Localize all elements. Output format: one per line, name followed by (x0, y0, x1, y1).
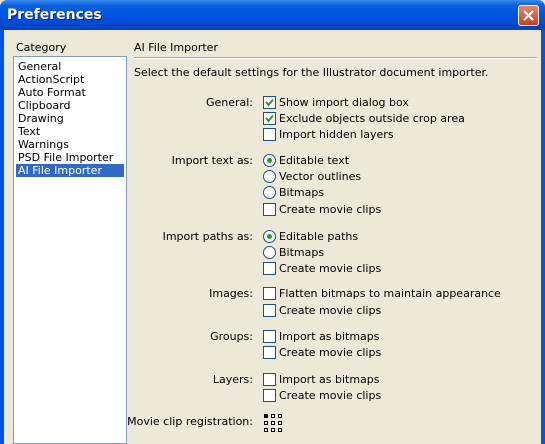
registration-cell-top-left[interactable] (264, 414, 268, 418)
general-label: General: (205, 96, 253, 109)
category-item-text[interactable]: Text (16, 125, 124, 138)
groups-label: Groups: (210, 330, 253, 343)
registration-cell-bottom-left[interactable] (264, 428, 268, 432)
registration-cell-middle-left[interactable] (264, 421, 268, 425)
category-item-auto-format[interactable]: Auto Format (16, 86, 124, 99)
layers-label: Layers: (212, 373, 253, 386)
window-frame-right (541, 30, 545, 444)
layers-movie-clips-label: Create movie clips (279, 389, 382, 402)
checkbox-box (263, 373, 276, 386)
check-icon (265, 98, 274, 107)
registration-cell-bottom-right[interactable] (278, 428, 282, 432)
checkbox-box (263, 203, 276, 216)
radio-circle (263, 230, 276, 243)
registration-cell-top-center[interactable] (271, 414, 275, 418)
close-button[interactable] (518, 5, 539, 26)
category-list[interactable]: General ActionScript Auto Format Clipboa… (13, 56, 127, 444)
images-label: Images: (209, 287, 253, 300)
checkbox-box (263, 389, 276, 402)
category-item-ai-file-importer[interactable]: AI File Importer (16, 164, 124, 177)
section-divider (134, 57, 537, 59)
radio-circle (263, 170, 276, 183)
images-movie-clips-label: Create movie clips (279, 304, 382, 317)
checkbox-box (263, 262, 276, 275)
panel-description: Select the default settings for the Illu… (134, 66, 489, 79)
checkbox-box (263, 287, 276, 300)
title-bar: Preferences (0, 0, 545, 30)
radio-dot (267, 158, 272, 163)
registration-cell-center[interactable] (271, 421, 275, 425)
layers-import-bitmaps-label: Import as bitmaps (279, 373, 380, 386)
paths-editable-label: Editable paths (279, 230, 359, 243)
window-frame-left (0, 30, 4, 444)
checkbox-box (263, 96, 276, 109)
groups-movie-clips-label: Create movie clips (279, 346, 382, 359)
category-item-drawing[interactable]: Drawing (16, 112, 124, 125)
radio-circle (263, 186, 276, 199)
registration-cell-middle-right[interactable] (278, 421, 282, 425)
registration-label: Movie clip registration: (127, 415, 253, 428)
exclude-outside-crop-label: Exclude objects outside crop area (279, 112, 465, 125)
text-bitmaps-label: Bitmaps (279, 186, 325, 199)
category-label: Category (16, 41, 67, 54)
paths-movie-clips-label: Create movie clips (279, 262, 382, 275)
radio-dot (267, 234, 272, 239)
category-item-general[interactable]: General (16, 60, 124, 73)
checkbox-box (263, 330, 276, 343)
category-item-psd-file-importer[interactable]: PSD File Importer (16, 151, 124, 164)
import-hidden-layers-label: Import hidden layers (279, 128, 394, 141)
paths-bitmaps-label: Bitmaps (279, 246, 325, 259)
text-vector-label: Vector outlines (279, 170, 362, 183)
section-title: AI File Importer (134, 41, 218, 54)
checkbox-box (263, 346, 276, 359)
text-movie-clips-label: Create movie clips (279, 203, 382, 216)
window-title: Preferences (7, 7, 102, 23)
flatten-bitmaps-label: Flatten bitmaps to maintain appearance (279, 287, 501, 300)
close-icon (523, 10, 534, 21)
registration-cell-bottom-center[interactable] (271, 428, 275, 432)
radio-circle (263, 246, 276, 259)
import-paths-label: Import paths as: (162, 230, 253, 243)
import-text-label: Import text as: (171, 154, 253, 167)
registration-grid[interactable] (264, 414, 282, 432)
groups-import-bitmaps-label: Import as bitmaps (279, 330, 380, 343)
category-item-actionscript[interactable]: ActionScript (16, 73, 124, 86)
check-icon (265, 114, 274, 123)
radio-circle (263, 154, 276, 167)
registration-cell-top-right[interactable] (278, 414, 282, 418)
checkbox-box (263, 112, 276, 125)
checkbox-box (263, 304, 276, 317)
checkbox-box (263, 128, 276, 141)
category-item-warnings[interactable]: Warnings (16, 138, 124, 151)
category-item-clipboard[interactable]: Clipboard (16, 99, 124, 112)
show-import-dialog-label: Show import dialog box (279, 96, 409, 109)
text-editable-label: Editable text (279, 154, 350, 167)
